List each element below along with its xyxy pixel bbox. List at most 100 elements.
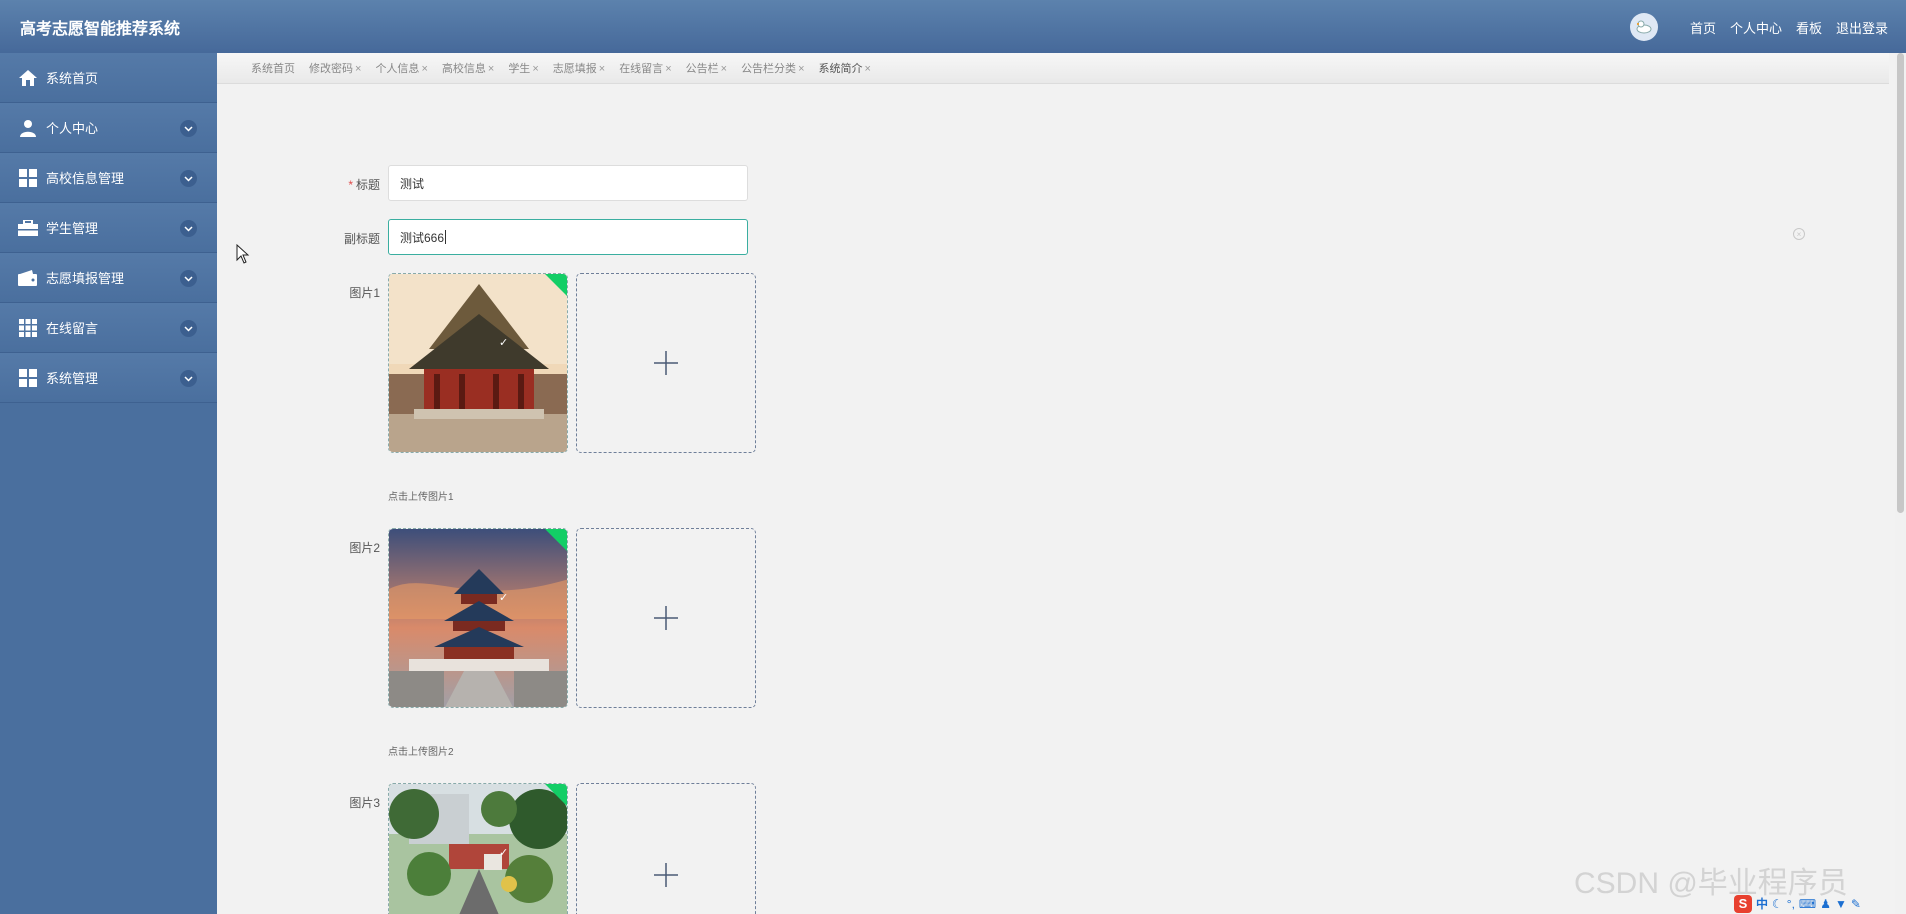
tab-label: 个人信息: [375, 63, 420, 75]
tab-notice[interactable]: 公告栏 ×: [686, 60, 727, 76]
subtitle-input[interactable]: 测试666: [388, 219, 748, 255]
avatar[interactable]: [1629, 13, 1658, 41]
close-icon[interactable]: ×: [721, 63, 727, 75]
clear-icon[interactable]: ×: [1793, 228, 1805, 240]
duck-icon: [1636, 20, 1652, 34]
close-icon[interactable]: ×: [355, 63, 361, 75]
keyboard-icon[interactable]: ⌨: [1799, 897, 1816, 911]
person-icon[interactable]: ♟: [1820, 897, 1831, 911]
grid-icon: [18, 168, 38, 188]
pic1-label: 图片1: [349, 286, 380, 300]
success-corner: [544, 529, 567, 552]
chevron-down-icon[interactable]: [180, 220, 197, 237]
grid9-icon: [18, 318, 38, 338]
pic2-label: 图片2: [349, 541, 380, 555]
tab-label: 学生: [508, 63, 531, 75]
success-corner: [544, 784, 567, 807]
briefcase-icon: [18, 218, 38, 238]
sogou-logo-icon[interactable]: S: [1734, 894, 1752, 913]
uploaded-image-1[interactable]: ✓: [388, 273, 568, 453]
chevron-down-icon[interactable]: [180, 370, 197, 387]
tab-college-info[interactable]: 高校信息 ×: [442, 60, 494, 76]
tab-label: 公告栏分类: [741, 63, 797, 75]
tab-password[interactable]: 修改密码 ×: [309, 60, 361, 76]
close-icon[interactable]: ×: [488, 63, 494, 75]
scrollbar-thumb[interactable]: [1897, 53, 1904, 513]
chevron-down-icon[interactable]: [180, 170, 197, 187]
vertical-scrollbar[interactable]: [1895, 53, 1906, 914]
close-icon[interactable]: ×: [599, 63, 605, 75]
upload-button-3[interactable]: [576, 783, 756, 914]
top-header: 高考志愿智能推荐系统 首页 个人中心 看板 退出登录: [0, 0, 1906, 53]
upload-button-2[interactable]: [576, 528, 756, 708]
tab-label: 志愿填报: [552, 63, 597, 75]
wallet-icon: [18, 268, 38, 288]
tab-label: 在线留言: [619, 63, 664, 75]
sidebar-item-system[interactable]: 系统管理: [0, 353, 217, 403]
uploaded-image-3[interactable]: ✓: [388, 783, 568, 914]
check-icon: ✓: [499, 847, 509, 859]
ime-mode[interactable]: 中: [1756, 895, 1768, 912]
check-icon: ✓: [499, 337, 509, 349]
sidebar-item-label: 在线留言: [46, 321, 99, 336]
close-icon[interactable]: ×: [798, 63, 804, 75]
moon-icon[interactable]: ☾: [1772, 897, 1783, 911]
text-caret: [445, 230, 447, 244]
chevron-down-icon[interactable]: [180, 120, 197, 137]
tab-student[interactable]: 学生 ×: [508, 60, 538, 76]
plus-icon: [654, 863, 678, 887]
punctuation-icon[interactable]: °,: [1787, 897, 1795, 911]
sidebar-item-messages[interactable]: 在线留言: [0, 303, 217, 353]
nav-logout[interactable]: 退出登录: [1836, 18, 1888, 37]
sidebar-item-home[interactable]: 系统首页: [0, 53, 217, 103]
pic2-tip: 点击上传图片2: [388, 747, 454, 758]
nav-profile[interactable]: 个人中心: [1730, 18, 1782, 37]
sidebar-item-label: 系统管理: [46, 371, 99, 386]
chevron-down-icon[interactable]: [180, 270, 197, 287]
tab-label: 修改密码: [309, 63, 353, 75]
tab-home[interactable]: 系统首页: [251, 60, 295, 76]
sidebar-item-label: 学生管理: [46, 221, 99, 236]
nav-home[interactable]: 首页: [1690, 18, 1716, 37]
sidebar-item-students[interactable]: 学生管理: [0, 203, 217, 253]
close-icon[interactable]: ×: [665, 63, 671, 75]
tab-messages[interactable]: 在线留言 ×: [619, 60, 671, 76]
close-icon[interactable]: ×: [865, 63, 871, 75]
tab-system-intro[interactable]: 系统简介 ×: [819, 60, 871, 76]
plus-icon: [654, 606, 678, 630]
sidebar-item-application[interactable]: 志愿填报管理: [0, 253, 217, 303]
mouse-cursor-icon: [236, 244, 250, 264]
subtitle-label: 副标题: [343, 232, 380, 246]
sidebar-item-label: 个人中心: [46, 121, 99, 136]
check-icon: ✓: [499, 592, 509, 604]
plus-icon: [654, 351, 678, 375]
tab-label: 公告栏: [685, 63, 719, 75]
tab-label: 高校信息: [441, 63, 486, 75]
chevron-down-icon[interactable]: [180, 320, 197, 337]
tab-application[interactable]: 志愿填报 ×: [553, 60, 605, 76]
app-title: 高考志愿智能推荐系统: [20, 21, 181, 38]
header-nav: 首页 个人中心 看板 退出登录: [1629, 13, 1888, 41]
title-value: 测试: [400, 176, 425, 191]
sidebar-item-college[interactable]: 高校信息管理: [0, 153, 217, 203]
pic1-tip: 点击上传图片1: [388, 492, 454, 503]
close-icon[interactable]: ×: [532, 63, 538, 75]
sidebar-item-profile[interactable]: 个人中心: [0, 103, 217, 153]
tab-personal-info[interactable]: 个人信息 ×: [375, 60, 427, 76]
upload-button-1[interactable]: [576, 273, 756, 453]
wrench-icon[interactable]: ✎: [1851, 897, 1861, 911]
sidebar-item-label: 高校信息管理: [46, 171, 125, 186]
subtitle-value: 测试666: [400, 230, 445, 245]
tab-label: 系统首页: [251, 63, 295, 75]
nav-dashboard[interactable]: 看板: [1796, 18, 1822, 37]
home-icon: [18, 68, 38, 88]
sidebar-item-label: 志愿填报管理: [46, 271, 125, 286]
shirt-icon[interactable]: ▼: [1835, 897, 1847, 911]
title-label: * 标题: [348, 178, 380, 192]
title-input[interactable]: 测试: [388, 165, 748, 201]
success-corner: [544, 274, 567, 297]
uploaded-image-2[interactable]: ✓: [388, 528, 568, 708]
tab-notice-category[interactable]: 公告栏分类 ×: [741, 60, 804, 76]
close-icon[interactable]: ×: [421, 63, 427, 75]
pic3-label: 图片3: [349, 796, 380, 810]
